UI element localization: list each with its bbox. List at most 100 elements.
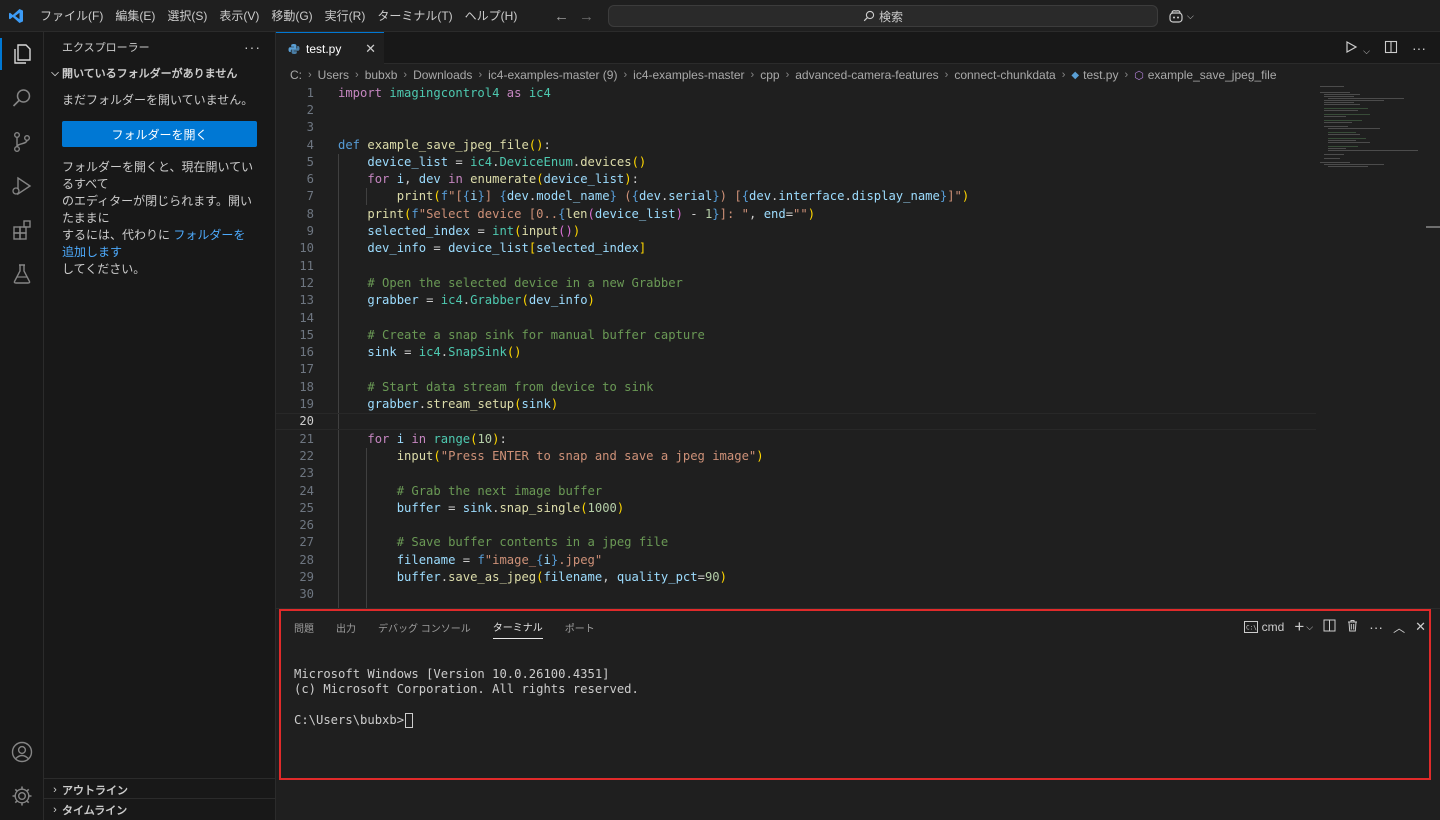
- run-debug-icon[interactable]: [0, 164, 44, 208]
- tab-output[interactable]: 出力: [336, 620, 356, 635]
- testing-flask-icon[interactable]: [0, 252, 44, 296]
- menu-help[interactable]: ヘルプ(H): [459, 0, 524, 32]
- line-number: 27: [299, 535, 314, 550]
- line-number: 16: [299, 345, 314, 360]
- explorer-icon[interactable]: [0, 32, 44, 76]
- split-editor-icon[interactable]: [1384, 40, 1398, 57]
- no-folder-section-header[interactable]: ⌵ 開いているフォルダーがありません: [44, 62, 275, 84]
- menu-file[interactable]: ファイル(F): [34, 0, 109, 32]
- extensions-icon[interactable]: [0, 208, 44, 252]
- scrollbar-indicator[interactable]: [1426, 226, 1440, 228]
- more-actions-icon[interactable]: ···: [1412, 40, 1426, 56]
- timeline-section-header[interactable]: › タイムライン: [44, 798, 276, 820]
- line-number: 30: [299, 587, 314, 602]
- code-text: # Open the selected device in a new Grab…: [367, 275, 683, 290]
- line-number: 4: [306, 137, 314, 152]
- code-line: 5 device_list = ic4.DeviceEnum.devices(): [276, 153, 1316, 170]
- vscode-logo-icon: [0, 0, 32, 32]
- tab-terminal[interactable]: ターミナル: [492, 619, 543, 639]
- menu-terminal[interactable]: ターミナル(T): [371, 0, 458, 32]
- breadcrumb-item[interactable]: Downloads: [413, 68, 472, 82]
- breadcrumb-item[interactable]: Users: [318, 68, 349, 82]
- terminal-shell-selector[interactable]: C:\ cmd: [1243, 620, 1284, 634]
- search-placeholder: 検索: [878, 9, 903, 24]
- svg-text:C:\: C:\: [1246, 625, 1257, 632]
- account-icon[interactable]: [0, 730, 44, 774]
- line-number: 15: [299, 327, 314, 342]
- breadcrumb-item[interactable]: cpp: [760, 68, 779, 82]
- code-line: 12 # Open the selected device in a new G…: [276, 274, 1316, 291]
- breadcrumb-item[interactable]: example_save_jpeg_file: [1148, 68, 1277, 82]
- timeline-label: タイムライン: [62, 804, 128, 817]
- line-number: 7: [306, 189, 314, 204]
- open-folder-button[interactable]: フォルダーを開く: [62, 121, 257, 147]
- more-actions-icon[interactable]: ···: [244, 39, 261, 55]
- line-number: 22: [299, 448, 314, 463]
- run-python-icon[interactable]: ⌵: [1344, 40, 1370, 57]
- menu-run[interactable]: 実行(R): [319, 0, 372, 32]
- new-terminal-plus-icon[interactable]: +: [1294, 617, 1304, 637]
- minimap[interactable]: [1316, 84, 1426, 204]
- code-line: 13 grabber = ic4.Grabber(dev_info): [276, 292, 1316, 309]
- info-line: してください。: [62, 262, 146, 276]
- chevron-down-icon: ⌵: [51, 67, 59, 79]
- copilot-icon: [1169, 10, 1183, 23]
- forward-arrow-icon[interactable]: →: [579, 8, 594, 25]
- menu-edit[interactable]: 編集(E): [109, 0, 161, 32]
- code-line: 25 buffer = sink.snap_single(1000): [276, 499, 1316, 516]
- code-text: dev_info = device_list[selected_index]: [367, 241, 647, 256]
- close-icon[interactable]: ✕: [365, 41, 376, 57]
- section-title: 開いているフォルダーがありません: [62, 68, 238, 80]
- breadcrumb-item[interactable]: ic4-examples-master: [633, 68, 744, 82]
- breadcrumb-item[interactable]: C:: [290, 68, 302, 82]
- code-text: def example_save_jpeg_file():: [338, 137, 551, 152]
- menu-bar: ファイル(F) 編集(E) 選択(S) 表示(V) 移動(G) 実行(R) ター…: [34, 0, 523, 32]
- settings-gear-icon[interactable]: [0, 774, 44, 818]
- line-number: 17: [299, 362, 314, 377]
- line-number: 1: [306, 85, 314, 100]
- tab-problems[interactable]: 問題: [294, 620, 314, 635]
- code-text: buffer = sink.snap_single(1000): [396, 500, 625, 515]
- code-line: 22 input("Press ENTER to snap and save a…: [276, 447, 1316, 464]
- trash-icon[interactable]: [1346, 619, 1359, 635]
- code-editor[interactable]: 1 import imagingcontrol4 as ic4 2 3 4 def …: [276, 84, 1316, 639]
- menu-view[interactable]: 表示(V): [213, 0, 265, 32]
- terminal-output[interactable]: Microsoft Windows [Version 10.0.26100.43…: [294, 651, 639, 760]
- tab-ports[interactable]: ポート: [565, 620, 595, 635]
- code-line: 23: [276, 465, 1316, 482]
- search-icon: [863, 10, 875, 22]
- split-terminal-icon[interactable]: [1323, 619, 1336, 635]
- code-text: for i in range(10):: [367, 431, 507, 446]
- line-number: 5: [306, 154, 314, 169]
- breadcrumb-item[interactable]: ic4-examples-master (9): [488, 68, 617, 82]
- code-line: 11: [276, 257, 1316, 274]
- breadcrumb-item[interactable]: advanced-camera-features: [795, 68, 938, 82]
- source-control-icon[interactable]: [0, 120, 44, 164]
- method-icon: ⬡: [1134, 69, 1144, 82]
- command-center-search[interactable]: 検索: [608, 5, 1158, 27]
- breadcrumb-item[interactable]: bubxb: [365, 68, 398, 82]
- close-panel-icon[interactable]: ✕: [1415, 619, 1426, 635]
- chevron-right-icon: ›: [750, 69, 755, 81]
- more-actions-icon[interactable]: ···: [1369, 619, 1383, 635]
- outline-section-header[interactable]: › アウトライン: [44, 778, 276, 800]
- code-line: 15 # Create a snap sink for manual buffe…: [276, 326, 1316, 343]
- code-line: 24 # Grab the next image buffer: [276, 482, 1316, 499]
- back-arrow-icon[interactable]: ←: [554, 8, 569, 25]
- chevron-down-icon[interactable]: ⌵: [1306, 622, 1313, 633]
- copilot-button[interactable]: ⌵: [1168, 0, 1194, 32]
- tab-debug-console[interactable]: デバッグ コンソール: [378, 620, 471, 635]
- menu-go[interactable]: 移動(G): [265, 0, 318, 32]
- code-line: 29 buffer.save_as_jpeg(filename, quality…: [276, 568, 1316, 585]
- menu-selection[interactable]: 選択(S): [161, 0, 213, 32]
- search-icon[interactable]: [0, 76, 44, 120]
- tab-test-py[interactable]: test.py ✕: [276, 32, 384, 64]
- code-text: # Start data stream from device to sink: [367, 379, 654, 394]
- maximize-panel-chevron-up-icon[interactable]: ︿: [1393, 619, 1405, 636]
- code-line: 10 dev_info = device_list[selected_index…: [276, 240, 1316, 257]
- terminal-line: Microsoft Windows [Version 10.0.26100.43…: [294, 666, 610, 681]
- sidebar-title: エクスプローラー: [62, 42, 150, 54]
- line-number: 24: [299, 483, 314, 498]
- breadcrumb-item[interactable]: connect-chunkdata: [954, 68, 1055, 82]
- breadcrumb-item[interactable]: test.py: [1083, 68, 1118, 82]
